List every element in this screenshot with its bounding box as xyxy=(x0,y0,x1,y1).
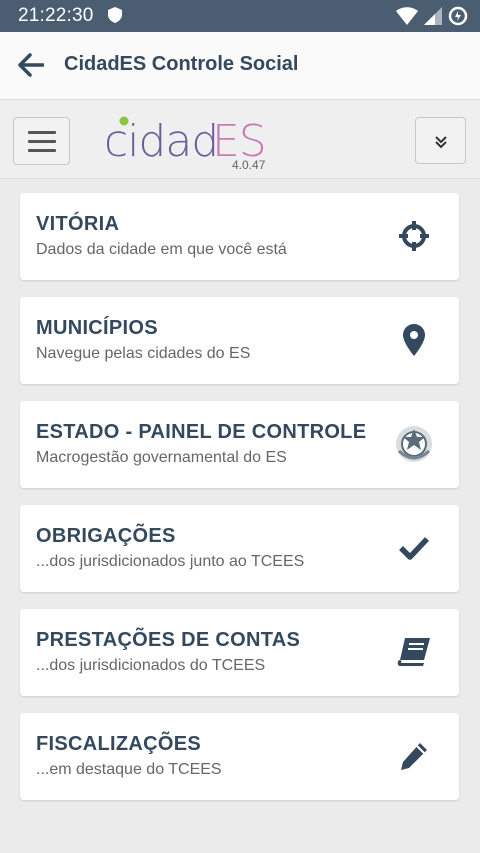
crosshairs-icon xyxy=(393,215,435,257)
status-icons xyxy=(396,6,468,31)
card-prestacoes[interactable]: PRESTAÇÕES DE CONTAS ...dos jurisdiciona… xyxy=(20,609,459,696)
card-title: VITÓRIA xyxy=(36,213,120,235)
checkmark-icon xyxy=(393,527,435,569)
shield-icon xyxy=(108,7,122,28)
card-subtitle: ...dos jurisdicionados junto ao TCEES xyxy=(36,553,305,570)
menu-button[interactable] xyxy=(13,117,70,165)
book-icon xyxy=(393,631,435,673)
data-saver-icon xyxy=(448,6,468,31)
hamburger-icon xyxy=(28,131,56,134)
wifi-icon xyxy=(396,7,418,30)
card-fiscalizacoes[interactable]: FISCALIZAÇÕES ...em destaque do TCEES xyxy=(20,713,459,800)
cidades-logo-wordmark: cidad ES xyxy=(104,116,267,164)
collapse-button[interactable] xyxy=(415,117,466,164)
svg-text:cidad: cidad xyxy=(104,116,218,164)
svg-text:ES: ES xyxy=(212,116,266,164)
card-subtitle: Navegue pelas cidades do ES xyxy=(36,345,251,362)
card-municipios[interactable]: MUNICÍPIOS Navegue pelas cidades do ES xyxy=(20,297,459,384)
status-time: 21:22:30 xyxy=(18,5,94,26)
state-seal-icon xyxy=(393,423,435,465)
app-version: 4.0.47 xyxy=(232,158,266,172)
card-obrigacoes[interactable]: OBRIGAÇÕES ...dos jurisdicionados junto … xyxy=(20,505,459,592)
back-arrow-icon[interactable] xyxy=(18,53,45,82)
app-bar: CidadES Controle Social xyxy=(0,32,480,100)
card-title: PRESTAÇÕES DE CONTAS xyxy=(36,629,301,651)
card-title: MUNICÍPIOS xyxy=(36,317,158,339)
card-subtitle: Macrogestão governamental do ES xyxy=(36,449,287,466)
double-chevron-down-icon xyxy=(435,136,447,149)
card-subtitle: ...dos jurisdicionados do TCEES xyxy=(36,657,266,674)
card-title: OBRIGAÇÕES xyxy=(36,525,176,547)
map-marker-icon xyxy=(393,319,435,361)
signal-icon xyxy=(424,7,442,30)
pencil-icon xyxy=(393,735,435,777)
card-estado[interactable]: ESTADO - PAINEL DE CONTROLE Macrogestão … xyxy=(20,401,459,488)
logo-bar: cidad ES 4.0.47 xyxy=(0,100,480,179)
card-subtitle: ...em destaque do TCEES xyxy=(36,761,222,778)
card-subtitle: Dados da cidade em que você está xyxy=(36,241,287,258)
page-title: CidadES Controle Social xyxy=(64,53,299,75)
card-vitoria[interactable]: VITÓRIA Dados da cidade em que você está xyxy=(20,193,459,280)
app-logo: cidad ES 4.0.47 xyxy=(104,114,274,174)
card-title: ESTADO - PAINEL DE CONTROLE xyxy=(36,421,367,443)
card-title: FISCALIZAÇÕES xyxy=(36,733,202,755)
status-bar: 21:22:30 xyxy=(0,0,480,32)
